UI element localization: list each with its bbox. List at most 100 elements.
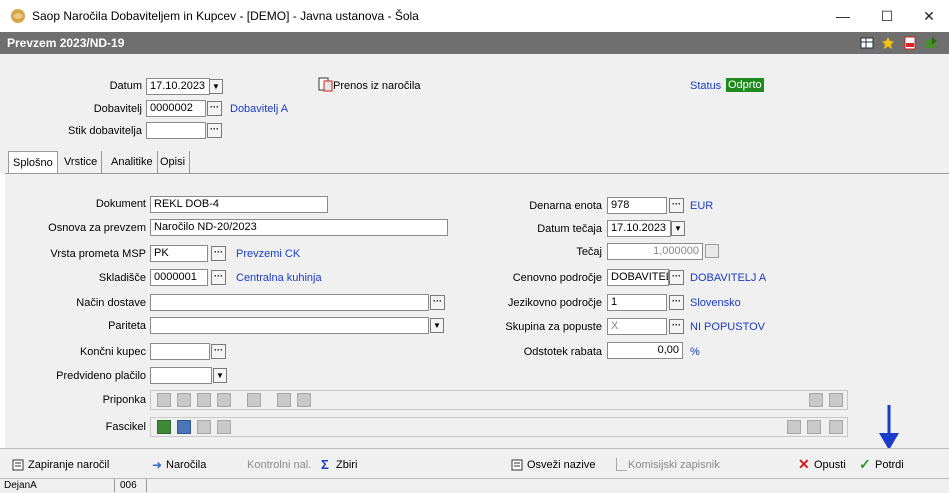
komisijski-zapisnik-button[interactable]: Komisijski zapisnik (628, 459, 720, 471)
koncni-kupec-lookup-button[interactable]: ··· (211, 344, 226, 359)
datum-label: Datum (109, 80, 142, 92)
narocila-button[interactable]: Naročila (166, 459, 206, 471)
skladisce-field[interactable]: 0000001 (150, 269, 208, 286)
koncni-kupec-field[interactable] (150, 343, 210, 360)
add-attachment-icon[interactable] (217, 393, 231, 407)
fascikel-list-icon[interactable] (197, 420, 211, 434)
vrsta-prometa-label: Vrsta prometa MSP (50, 248, 146, 260)
nacin-dostave-lookup-button[interactable]: ··· (430, 295, 445, 310)
opusti-button[interactable]: Opusti (814, 459, 846, 471)
calculator-icon[interactable] (705, 244, 719, 258)
cenovno-podrocje-lookup-button[interactable]: ··· (669, 270, 684, 285)
koncni-kupec-label: Končni kupec (79, 346, 146, 358)
scan-attachment-icon[interactable] (197, 393, 211, 407)
maximize-button[interactable]: ☐ (872, 6, 902, 26)
fascikel-copy-icon[interactable] (787, 420, 801, 434)
fascikel-refresh-icon[interactable] (829, 420, 843, 434)
arrow-down-icon (879, 405, 899, 450)
export-icon[interactable] (924, 36, 938, 50)
pariteta-label: Pariteta (108, 320, 146, 332)
close-button[interactable]: ✕ (914, 6, 944, 26)
jezikovno-podrocje-field[interactable]: 1 (607, 294, 667, 311)
nacin-dostave-label: Način dostave (76, 297, 146, 309)
copy-attachment-icon[interactable] (809, 393, 823, 407)
datum-dropdown-button[interactable]: ▼ (209, 79, 223, 94)
dobavitelj-name: Dobavitelj A (230, 103, 289, 115)
tecaj-field[interactable]: 1,000000 (607, 243, 703, 260)
potrdi-button[interactable]: Potrdi (875, 459, 904, 471)
fascikel-grid-icon[interactable] (807, 420, 821, 434)
tab-splosno[interactable]: Splošno (8, 151, 58, 174)
cenovno-podrocje-name: DOBAVITELJ A (690, 272, 767, 284)
dokument-field[interactable]: REKL DOB-4 (150, 196, 328, 213)
sign-attachment-icon[interactable] (247, 393, 261, 407)
kontrolni-nal-button[interactable]: Kontrolni nal. (247, 459, 311, 471)
close-orders-icon (12, 459, 24, 471)
tab-strip: Splošno Vrstice Analitike Opisi (0, 150, 949, 174)
cancel-icon: ✕ (798, 456, 810, 472)
datum-tecaja-label: Datum tečaja (537, 223, 602, 235)
jezikovno-podrocje-lookup-button[interactable]: ··· (669, 295, 684, 310)
document-title: Prevzem 2023/ND-19 (7, 36, 125, 50)
delete-attachment-icon[interactable] (829, 393, 843, 407)
denarna-enota-lookup-button[interactable]: ··· (669, 198, 684, 213)
status-label: Status (690, 80, 722, 92)
osnova-field[interactable]: Naročilo ND-20/2023 (150, 219, 448, 236)
datum-field[interactable]: 17.10.2023 (146, 78, 210, 95)
dobavitelj-field[interactable]: 0000002 (146, 100, 206, 117)
datum-tecaja-dropdown-button[interactable]: ▼ (671, 221, 685, 236)
commission-icon (616, 458, 627, 471)
skupina-popuste-lookup-button[interactable]: ··· (669, 319, 684, 334)
minimize-button[interactable]: — (828, 6, 858, 26)
fascikel-book-icon[interactable] (217, 420, 231, 434)
pdf-icon[interactable] (903, 36, 917, 50)
odstotek-rabata-label: Odstotek rabata (523, 346, 602, 358)
skladisce-name: Centralna kuhinja (236, 272, 322, 284)
datum-tecaja-field[interactable]: 17.10.2023 (607, 220, 671, 237)
predvideno-placilo-dropdown-button[interactable]: ▼ (213, 368, 227, 383)
odstotek-rabata-unit: % (690, 346, 700, 358)
refresh-names-icon (511, 459, 523, 471)
jezikovno-podrocje-label: Jezikovno področje (507, 297, 602, 309)
odstotek-rabata-field[interactable]: 0,00 (607, 342, 683, 359)
denarna-enota-label: Denarna enota (529, 200, 602, 212)
vrsta-prometa-lookup-button[interactable]: ··· (211, 246, 226, 261)
title-bar: Saop Naročila Dobaviteljem in Kupcev - [… (0, 0, 949, 32)
zbiri-button[interactable]: Zbiri (336, 459, 357, 471)
edit-attachment-icon[interactable] (177, 393, 191, 407)
lock-attachment-icon[interactable] (297, 393, 311, 407)
document-header: Prevzem 2023/ND-19 (0, 32, 949, 54)
osvezi-nazive-button[interactable]: Osveži nazive (527, 459, 595, 471)
tab-analitike[interactable]: Analitike (107, 151, 158, 173)
vrsta-prometa-field[interactable]: PK (150, 245, 208, 262)
skupina-popuste-field[interactable]: X (607, 318, 667, 335)
pariteta-dropdown-button[interactable]: ▼ (430, 318, 444, 333)
save-attachment-icon[interactable] (277, 393, 291, 407)
dobavitelj-lookup-button[interactable]: ··· (207, 101, 222, 116)
app-icon (11, 9, 25, 23)
status-user: DejanA (0, 479, 115, 492)
stik-lookup-button[interactable]: ··· (207, 123, 222, 138)
nacin-dostave-field[interactable] (150, 294, 429, 311)
new-attachment-icon[interactable] (157, 393, 171, 407)
grid-icon[interactable] (860, 36, 874, 50)
arrow-right-icon: ➜ (152, 458, 163, 472)
denarna-enota-name: EUR (690, 200, 714, 212)
prenos-icon[interactable] (318, 77, 333, 92)
vrsta-prometa-name: Prevzemi CK (236, 248, 301, 260)
prenos-button[interactable]: Prenos iz naročila (333, 80, 420, 92)
tab-opisi[interactable]: Opisi (156, 151, 191, 173)
cenovno-podrocje-field[interactable]: DOBAVITELJ (607, 269, 669, 286)
fascikel-open-icon[interactable] (177, 420, 191, 434)
window-title: Saop Naročila Dobaviteljem in Kupcev - [… (32, 9, 419, 23)
denarna-enota-field[interactable]: 978 (607, 197, 667, 214)
tab-vrstice[interactable]: Vrstice (60, 151, 103, 173)
stik-field[interactable] (146, 122, 206, 139)
zapiranje-narocil-button[interactable]: Zapiranje naročil (28, 459, 109, 471)
status-bar: DejanA 006 (0, 478, 949, 493)
predvideno-placilo-field[interactable] (150, 367, 212, 384)
star-icon[interactable] (881, 36, 895, 50)
skladisce-lookup-button[interactable]: ··· (211, 270, 226, 285)
fascikel-add-icon[interactable] (157, 420, 171, 434)
pariteta-field[interactable] (150, 317, 429, 334)
